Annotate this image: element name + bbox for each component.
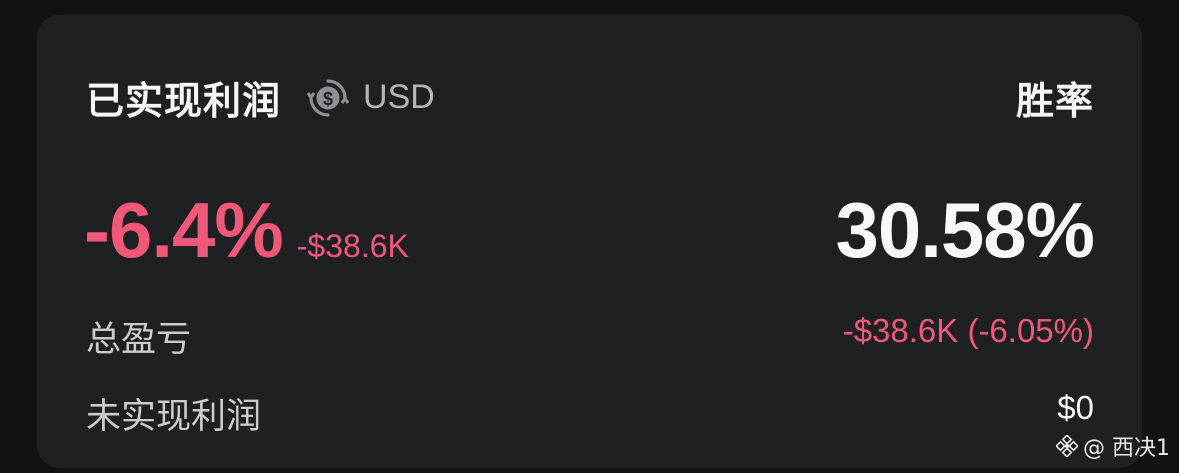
total-pnl-value: -$38.6K (-6.05%)	[842, 312, 1094, 349]
currency-label[interactable]: USD	[363, 78, 435, 117]
realized-pnl-amount: -$38.6K	[296, 228, 409, 264]
currency-exchange-dollar-icon[interactable]: $	[306, 77, 350, 119]
watermark-text: @ 西决1	[1083, 436, 1170, 461]
total-pnl-label: 总盈亏	[86, 320, 192, 360]
unrealized-profit-value: $0	[1057, 389, 1094, 426]
watermark: @ 西决1	[1055, 430, 1170, 462]
realized-pnl: -6.4% -$38.6K	[84, 185, 409, 276]
win-rate-label: 胜率	[1015, 79, 1094, 123]
unrealized-profit-label: 未实现利润	[86, 397, 262, 437]
card-title: 已实现利润	[86, 79, 282, 123]
svg-text:$: $	[323, 89, 333, 109]
win-rate-value: 30.58%	[835, 186, 1095, 274]
realized-profit-card: 已实现利润 $ USD 胜率 -6.4% -$38.6K 30.58% 总盈亏 …	[37, 15, 1142, 468]
card-header: 已实现利润 $ USD	[86, 70, 435, 125]
realized-pnl-percent: -6.4%	[84, 186, 284, 274]
binance-logo-icon	[1055, 434, 1079, 458]
